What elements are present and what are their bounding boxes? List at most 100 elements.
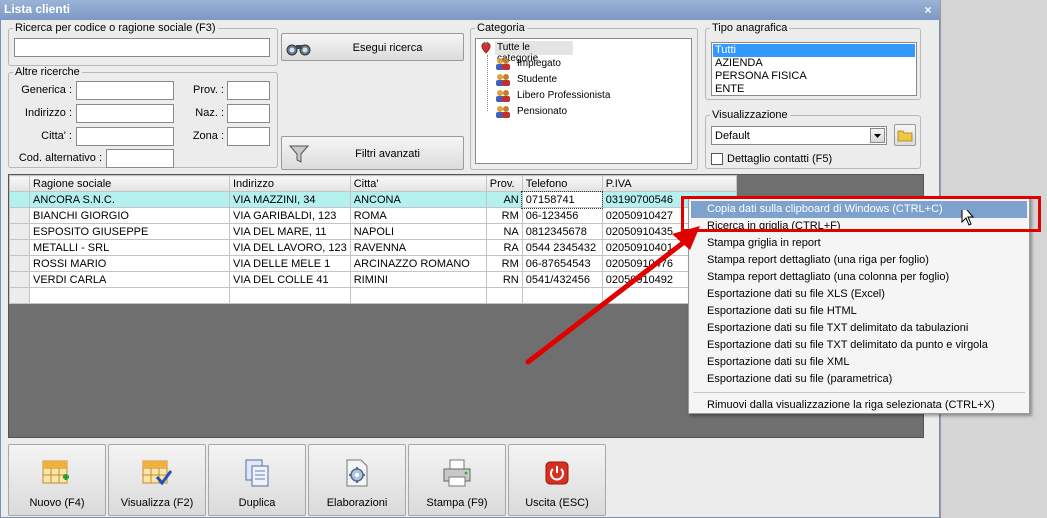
cell[interactable] [349, 287, 487, 304]
citta-input[interactable] [76, 127, 174, 146]
cell[interactable]: ANCONA [349, 191, 487, 208]
cell[interactable]: RIMINI [349, 271, 487, 288]
search-group-label: Ricerca per codice o ragione sociale (F3… [13, 22, 218, 34]
window-title: Lista clienti [4, 2, 71, 16]
cell[interactable] [485, 287, 523, 304]
cell[interactable]: AN [485, 191, 523, 208]
users-icon [496, 58, 510, 70]
visualizzazione-label: Visualizzazione [710, 109, 790, 121]
cell[interactable]: RA [485, 239, 523, 256]
tipo-option-selected[interactable]: Tutti [713, 44, 915, 57]
elaborazioni-button[interactable]: Elaborazioni [308, 444, 406, 516]
open-folder-button[interactable] [894, 124, 916, 146]
generica-label: Generica : [21, 84, 72, 96]
naz-label: Naz. : [195, 107, 224, 119]
category-root[interactable]: Tutte le categorie [495, 41, 573, 64]
column-header[interactable]: Telefono [521, 175, 603, 192]
tipo-option[interactable]: PERSONA FISICA [715, 70, 807, 83]
category-group-label: Categoria [475, 22, 527, 34]
cell[interactable]: VIA DELLE MELE 1 [229, 255, 351, 272]
dettaglio-checkbox[interactable] [711, 153, 723, 165]
cell[interactable]: RM [485, 207, 523, 224]
strawberry-icon [481, 41, 491, 54]
cell[interactable]: ANCORA S.N.C. [29, 191, 230, 208]
tipo-option[interactable]: ENTE [715, 83, 744, 96]
indirizzo-label: Indirizzo : [24, 107, 72, 119]
duplica-button[interactable]: Duplica [208, 444, 306, 516]
chevron-down-icon [874, 134, 881, 138]
category-item[interactable]: Libero Professionista [517, 90, 610, 101]
visualizza-button[interactable]: Visualizza (F2) [108, 444, 206, 516]
users-icon [496, 106, 510, 118]
cell[interactable]: VIA MAZZINI, 34 [229, 191, 351, 208]
search-button[interactable]: Esegui ricerca [281, 33, 464, 61]
cell[interactable]: VIA DEL LAVORO, 123 [229, 239, 351, 256]
users-icon [496, 74, 510, 86]
cell[interactable] [229, 287, 351, 304]
cell[interactable]: RAVENNA [349, 239, 487, 256]
folder-icon [897, 130, 913, 142]
category-item[interactable]: Pensionato [517, 106, 567, 117]
cell[interactable] [29, 287, 230, 304]
duplica-label: Duplica [238, 497, 276, 509]
stampa-label: Stampa (F9) [426, 497, 488, 509]
visualizza-label: Visualizza (F2) [120, 497, 194, 509]
printer-icon [443, 459, 471, 487]
gear-document-icon [346, 459, 368, 487]
cod-alternativo-input[interactable] [106, 149, 174, 168]
column-header[interactable]: Ragione sociale [29, 175, 230, 192]
table-row-selected[interactable]: ANCORA S.N.C. VIA MAZZINI, 34 ANCONA AN … [9, 190, 737, 209]
tree-line [487, 55, 488, 111]
cell[interactable]: RN [485, 271, 523, 288]
tipo-anagrafica-label: Tipo anagrafica [710, 22, 790, 34]
cell[interactable]: ESPOSITO GIUSEPPE [29, 223, 230, 240]
visualizzazione-select[interactable]: Default [711, 126, 887, 145]
row-indicator [9, 191, 30, 208]
duplicate-icon [245, 459, 269, 487]
cell[interactable]: 07158741 [521, 190, 604, 209]
category-item[interactable]: Studente [517, 74, 557, 85]
generica-input[interactable] [76, 81, 174, 100]
tipo-option[interactable]: AZIENDA [715, 57, 763, 70]
annotation-arrow [525, 210, 975, 365]
cell[interactable]: BIANCHI GIORGIO [29, 207, 230, 224]
cell[interactable]: VIA DEL COLLE 41 [229, 271, 351, 288]
column-header[interactable]: Prov. [485, 175, 523, 192]
tipo-anagrafica-list[interactable]: Tutti AZIENDA PERSONA FISICA ENTE [711, 42, 917, 96]
cell[interactable]: NA [485, 223, 523, 240]
nuovo-button[interactable]: Nuovo (F4) [8, 444, 106, 516]
column-header[interactable]: P.IVA [601, 175, 737, 192]
cell[interactable]: VIA GARIBALDI, 123 [229, 207, 351, 224]
zona-label: Zona : [192, 130, 224, 142]
prov-label: Prov. : [193, 84, 224, 96]
column-header[interactable]: Citta' [349, 175, 487, 192]
cell[interactable]: VERDI CARLA [29, 271, 230, 288]
dropdown-button[interactable] [870, 128, 885, 143]
menu-separator [693, 392, 1025, 393]
category-item[interactable]: Impiegato [517, 58, 561, 69]
cell[interactable]: VIA DEL MARE, 11 [229, 223, 351, 240]
visualizzazione-value: Default [715, 130, 750, 142]
zona-input[interactable] [227, 127, 270, 146]
column-header[interactable]: Indirizzo [229, 175, 351, 192]
indirizzo-input[interactable] [76, 104, 174, 123]
advanced-filters-button[interactable]: Filtri avanzati [281, 136, 464, 170]
cell[interactable]: ROSSI MARIO [29, 255, 230, 272]
cell[interactable]: RM [485, 255, 523, 272]
naz-input[interactable] [227, 104, 270, 123]
users-icon [496, 90, 510, 102]
cell[interactable]: ROMA [349, 207, 487, 224]
cell[interactable]: NAPOLI [349, 223, 487, 240]
cell[interactable]: METALLI - SRL [29, 239, 230, 256]
citta-label: Citta' : [41, 130, 72, 142]
menu-item-export-param[interactable]: Esportazione dati su file (parametrica) [707, 373, 892, 385]
table-header-row: Ragione sociale Indirizzo Citta' Prov. T… [9, 175, 737, 192]
cell[interactable]: ARCINAZZO ROMANO [349, 255, 487, 272]
close-button[interactable]: × [921, 3, 935, 17]
uscita-button[interactable]: Uscita (ESC) [508, 444, 606, 516]
title-bar[interactable] [0, 0, 940, 20]
menu-item-remove-row[interactable]: Rimuovi dalla visualizzazione la riga se… [707, 399, 995, 411]
search-input[interactable] [14, 38, 270, 57]
stampa-button[interactable]: Stampa (F9) [408, 444, 506, 516]
prov-input[interactable] [227, 81, 270, 100]
